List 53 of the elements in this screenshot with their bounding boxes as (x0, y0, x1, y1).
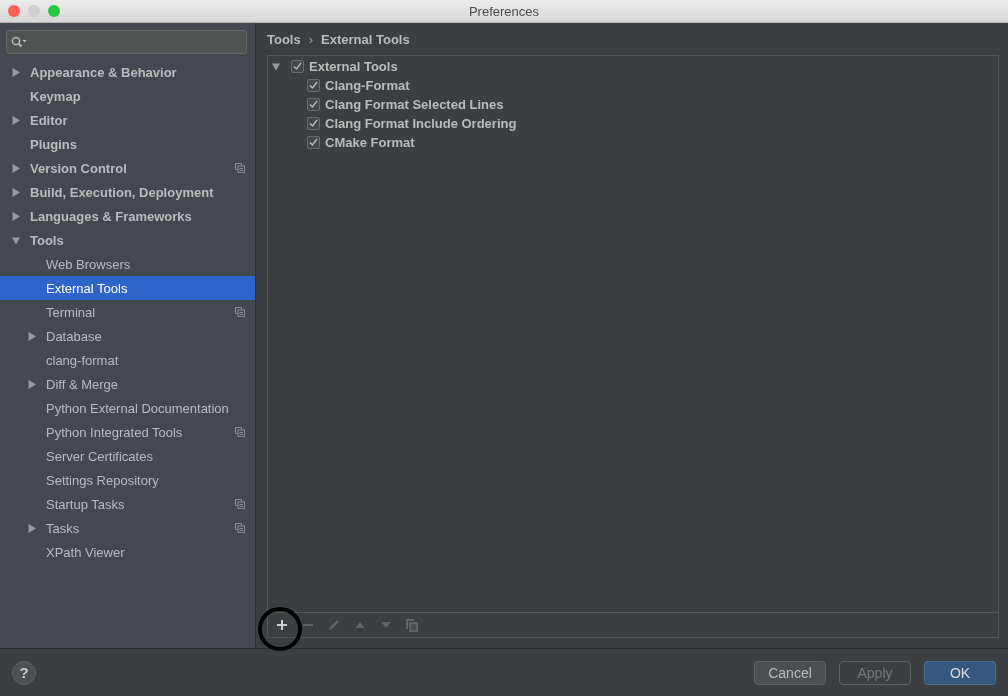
collapsed-arrow-icon[interactable] (12, 211, 20, 221)
search-field[interactable] (6, 30, 247, 54)
tool-label: Clang Format Include Ordering (325, 116, 517, 131)
dialog-button[interactable]: Cancel (754, 660, 826, 685)
tool-label: CMake Format (325, 135, 415, 150)
sidebar-item[interactable]: Startup Tasks (0, 492, 255, 516)
sidebar-item[interactable]: Terminal (0, 300, 255, 324)
sidebar-item[interactable]: clang-format (0, 348, 255, 372)
sidebar-item[interactable]: Appearance & Behavior (0, 60, 255, 84)
checkbox[interactable] (307, 136, 320, 149)
sidebar-item[interactable]: Version Control (0, 156, 255, 180)
collapsed-arrow-icon[interactable] (12, 163, 20, 173)
sidebar-item[interactable]: Tools (0, 228, 255, 252)
checkbox[interactable] (307, 98, 320, 111)
sidebar-item[interactable]: Languages & Frameworks (0, 204, 255, 228)
sidebar-item[interactable]: XPath Viewer (0, 540, 255, 564)
checkbox[interactable] (307, 117, 320, 130)
sidebar-item[interactable]: Tasks (0, 516, 255, 540)
window-title: Preferences (468, 3, 540, 19)
collapsed-arrow-icon[interactable] (28, 331, 36, 341)
search-icon (11, 36, 27, 48)
sidebar-item[interactable]: Python External Documentation (0, 396, 255, 420)
breadcrumb-item: External Tools (321, 31, 410, 47)
breadcrumb-item: Tools (267, 31, 301, 47)
expanded-arrow-icon[interactable] (12, 235, 20, 245)
sidebar-item[interactable]: Settings Repository (0, 468, 255, 492)
sidebar-item[interactable]: Plugins (0, 132, 255, 156)
tool-label: Clang-Format (325, 78, 410, 93)
collapsed-arrow-icon[interactable] (28, 379, 36, 389)
sidebar-item[interactable]: Build, Execution, Deployment (0, 180, 255, 204)
sidebar-item[interactable]: Server Certificates (0, 444, 255, 468)
sidebar-item[interactable]: Web Browsers (0, 252, 255, 276)
sidebar-item[interactable]: Database (0, 324, 255, 348)
add-icon[interactable] (274, 617, 290, 633)
collapsed-arrow-icon[interactable] (12, 115, 20, 125)
tool-label: Clang Format Selected Lines (325, 97, 504, 112)
sidebar-item[interactable]: Keymap (0, 84, 255, 108)
collapsed-arrow-icon[interactable] (12, 67, 20, 77)
help-button[interactable]: ? (12, 660, 36, 685)
collapsed-arrow-icon[interactable] (12, 187, 20, 197)
expanded-arrow-icon[interactable] (272, 62, 280, 71)
checkbox[interactable] (291, 60, 304, 73)
tool-label: External Tools (309, 59, 398, 74)
close-button[interactable] (8, 5, 20, 17)
dialog-button[interactable]: OK (924, 660, 996, 685)
sidebar-item[interactable]: External Tools (0, 276, 255, 300)
sidebar-item[interactable]: Diff & Merge (0, 372, 255, 396)
checkbox[interactable] (307, 79, 320, 92)
sidebar-item[interactable]: Python Integrated Tools (0, 420, 255, 444)
breadcrumb-separator: › (308, 31, 314, 47)
collapsed-arrow-icon[interactable] (28, 523, 36, 533)
zoom-button[interactable] (48, 5, 60, 17)
sidebar-item[interactable]: Editor (0, 108, 255, 132)
